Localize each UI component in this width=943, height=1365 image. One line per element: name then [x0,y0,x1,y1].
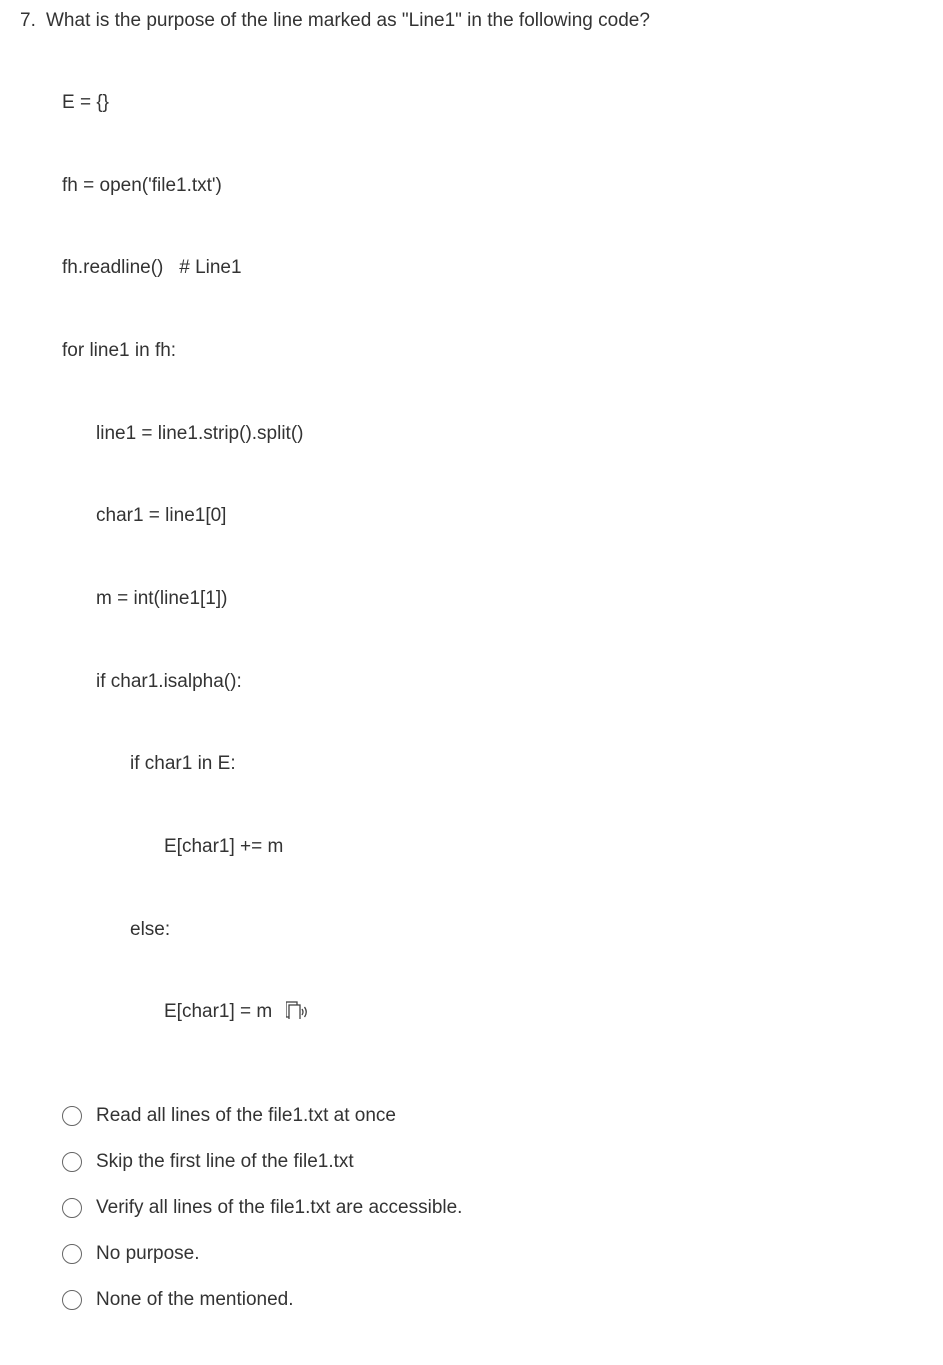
code-text: E[char1] = m [164,1001,272,1022]
option-4[interactable]: None of the mentioned. [62,1289,923,1311]
option-1[interactable]: Skip the first line of the file1.txt [62,1151,923,1173]
code-line: E[char1] += m [62,833,923,861]
option-label: Skip the first line of the file1.txt [96,1151,354,1173]
code-line: if char1.isalpha(): [62,668,923,696]
radio-icon [62,1152,82,1172]
radio-icon [62,1290,82,1310]
option-0[interactable]: Read all lines of the file1.txt at once [62,1105,923,1127]
code-line: E[char1] = m [62,998,923,1028]
question-header: 7. What is the purpose of the line marke… [20,10,923,32]
option-label: Read all lines of the file1.txt at once [96,1105,396,1127]
radio-icon [62,1198,82,1218]
question-number: 7. [20,10,42,32]
options-group: Read all lines of the file1.txt at once … [62,1105,923,1311]
code-line: line1 = line1.strip().split() [62,420,923,448]
code-line: fh.readline() # Line1 [62,254,923,282]
read-aloud-icon[interactable] [286,1000,310,1028]
code-block: E = {} fh = open('file1.txt') fh.readlin… [62,34,923,1055]
radio-icon [62,1244,82,1264]
code-line: char1 = line1[0] [62,502,923,530]
code-line: else: [62,916,923,944]
option-label: No purpose. [96,1243,200,1265]
code-line: for line1 in fh: [62,337,923,365]
code-line: m = int(line1[1]) [62,585,923,613]
option-label: Verify all lines of the file1.txt are ac… [96,1197,462,1219]
code-line: fh = open('file1.txt') [62,172,923,200]
question-text: What is the purpose of the line marked a… [46,10,650,32]
option-label: None of the mentioned. [96,1289,294,1311]
option-3[interactable]: No purpose. [62,1243,923,1265]
radio-icon [62,1106,82,1126]
option-2[interactable]: Verify all lines of the file1.txt are ac… [62,1197,923,1219]
code-line: E = {} [62,89,923,117]
code-line: if char1 in E: [62,750,923,778]
